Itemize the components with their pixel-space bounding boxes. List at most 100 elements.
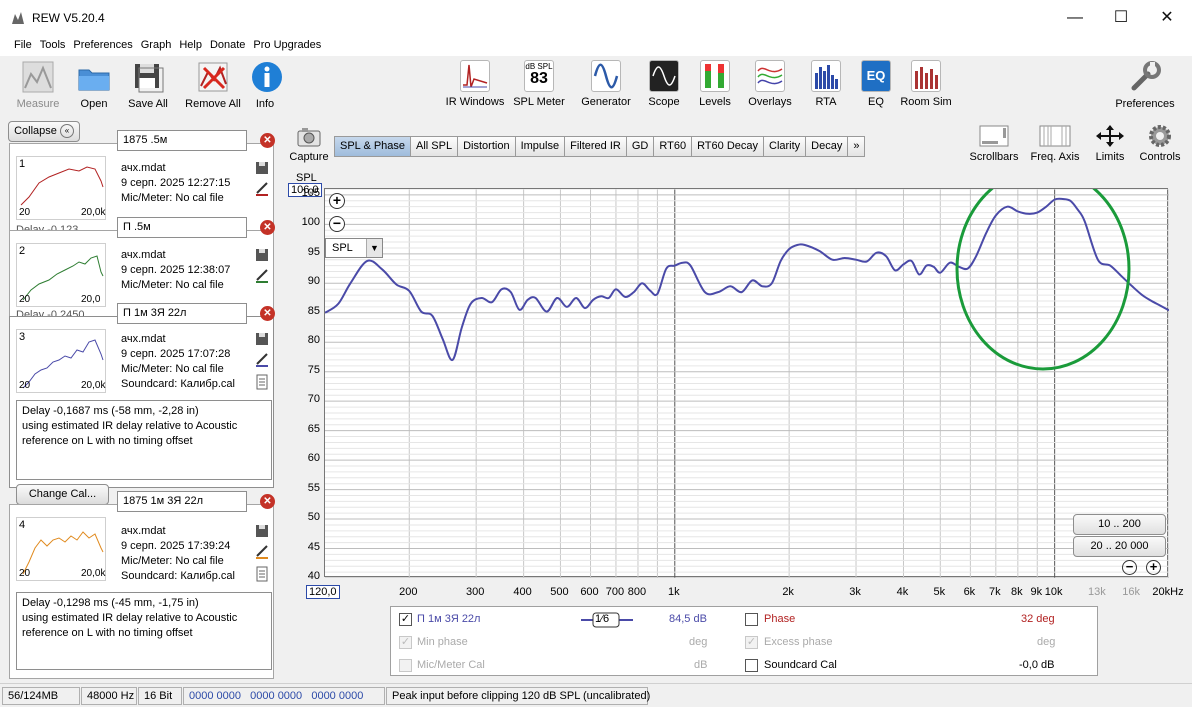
save-measurement-icon[interactable] — [254, 523, 270, 539]
overlays-button[interactable]: Overlays — [746, 60, 794, 108]
measurement-name-input[interactable]: 1875 .5м — [117, 130, 247, 151]
document-icon[interactable] — [254, 566, 270, 582]
measurement-name-input[interactable]: П .5м — [117, 217, 247, 238]
x-left-value-field[interactable]: 120,0 — [306, 585, 340, 599]
y-tick-label: 45 — [307, 540, 320, 553]
tab-spl-phase[interactable]: SPL & Phase — [334, 136, 412, 157]
phase-checkbox[interactable] — [745, 613, 758, 626]
spl-meter-button[interactable]: dB SPL 83 SPL Meter — [512, 60, 566, 108]
tab-decay[interactable]: Decay — [806, 136, 849, 157]
zoom-in-icon[interactable]: + — [329, 193, 345, 209]
unit-select[interactable]: SPL ▼ — [325, 238, 383, 258]
collapse-button[interactable]: Collapse « — [8, 121, 80, 142]
remove-all-icon — [196, 60, 230, 94]
room-sim-button[interactable]: Room Sim — [900, 60, 952, 108]
ir-windows-button[interactable]: IR Windows — [444, 60, 506, 108]
freq-axis-icon — [1039, 125, 1071, 147]
trace-color-icon[interactable] — [254, 180, 270, 196]
save-measurement-icon[interactable] — [254, 160, 270, 176]
min-phase-checkbox[interactable]: ✓ — [399, 636, 412, 649]
tab-distortion[interactable]: Distortion — [458, 136, 516, 157]
x-tick-label: 200 — [399, 586, 418, 598]
trace-checkbox[interactable]: ✓ — [399, 613, 412, 626]
tab-all-spl[interactable]: All SPL — [411, 136, 459, 157]
save-measurement-icon[interactable] — [254, 331, 270, 347]
capture-button[interactable]: Capture — [288, 126, 330, 163]
measure-button[interactable]: Measure — [16, 60, 60, 110]
menu-pro-upgrades[interactable]: Pro Upgrades — [249, 36, 324, 51]
graph-tabs: SPL & Phase All SPL Distortion Impulse F… — [334, 136, 866, 157]
levels-button[interactable]: Levels — [696, 60, 734, 108]
close-button[interactable]: ✕ — [1144, 0, 1190, 36]
menu-donate[interactable]: Donate — [206, 36, 248, 51]
measurements-panel: Collapse « 1 20 20,0k 1875 .5м ✕ ачх.mda… — [0, 118, 285, 683]
measurement-name-input[interactable]: П 1м 3Я 22л — [117, 303, 247, 324]
measurement-name-input[interactable]: 1875 1м 3Я 22л — [117, 491, 247, 512]
eq-button[interactable]: EQ EQ — [860, 60, 892, 108]
scope-button[interactable]: Scope — [645, 60, 683, 108]
limits-button[interactable]: Limits — [1090, 124, 1130, 163]
zoom-out-icon[interactable]: − — [329, 216, 345, 232]
tab-impulse[interactable]: Impulse — [515, 136, 566, 157]
delete-measurement-icon[interactable]: ✕ — [260, 494, 275, 509]
y-tick-label: 105 — [301, 186, 320, 199]
freq-axis-button[interactable]: Freq. Axis — [1028, 124, 1082, 163]
tab-rt60-decay[interactable]: RT60 Decay — [692, 136, 764, 157]
trace-color-icon[interactable] — [254, 267, 270, 283]
document-icon[interactable] — [254, 374, 270, 390]
tabs-more-button[interactable]: » — [848, 136, 866, 157]
remove-all-button[interactable]: Remove All — [183, 60, 243, 110]
measurement-thumbnail: 3 20 20,0k — [16, 329, 106, 393]
menu-file[interactable]: File — [14, 36, 35, 51]
y-tick-label: 100 — [301, 216, 320, 229]
menu-tools[interactable]: Tools — [36, 36, 69, 51]
maximize-button[interactable]: ☐ — [1098, 0, 1144, 36]
save-all-button[interactable]: Save All — [124, 60, 172, 110]
tab-rt60[interactable]: RT60 — [654, 136, 693, 157]
rta-button[interactable]: RTA — [810, 60, 842, 108]
menu-preferences[interactable]: Preferences — [69, 36, 135, 51]
x-tick-label: 10k — [1044, 586, 1063, 598]
preferences-button[interactable]: Preferences — [1112, 60, 1178, 110]
measure-icon — [21, 60, 55, 94]
plot-area[interactable]: + − SPL ▼ 10 .. 200 20 .. 20 000 − + — [324, 167, 1170, 579]
info-button[interactable]: Info — [250, 60, 282, 110]
trace-color-icon[interactable] — [254, 351, 270, 367]
menu-help[interactable]: Help — [175, 36, 205, 51]
scrollbars-button[interactable]: Scrollbars — [966, 124, 1022, 163]
delete-measurement-icon[interactable]: ✕ — [260, 220, 275, 235]
zoom-in-x-icon[interactable]: + — [1146, 560, 1161, 575]
main-toolbar: Measure Open Save All Remove All Info IR… — [0, 56, 1192, 118]
y-tick-label: 40 — [307, 570, 320, 582]
save-measurement-icon[interactable] — [254, 247, 270, 263]
levels-icon — [700, 60, 730, 92]
range-10-200-button[interactable]: 10 .. 200 — [1073, 514, 1166, 535]
x-tick-label: 20kHz — [1152, 586, 1184, 598]
delete-measurement-icon[interactable]: ✕ — [260, 133, 275, 148]
generator-button[interactable]: Generator — [578, 60, 634, 108]
zoom-out-x-icon[interactable]: − — [1122, 560, 1137, 575]
collapse-chevrons-icon: « — [59, 124, 74, 139]
scrollbars-icon — [979, 125, 1009, 147]
spl-meter-icon: dB SPL 83 — [524, 60, 554, 92]
controls-button[interactable]: Controls — [1136, 124, 1184, 163]
eq-icon: EQ — [861, 60, 891, 92]
change-cal-button[interactable]: Change Cal... — [16, 484, 109, 505]
tab-gd[interactable]: GD — [626, 136, 655, 157]
excess-phase-checkbox[interactable]: ✓ — [745, 636, 758, 649]
measurement-thumbnail: 4 20 20,0k — [16, 517, 106, 581]
minimize-button[interactable]: — — [1052, 0, 1098, 36]
sine-wave-icon — [591, 60, 621, 92]
x-tick-label: 800 — [627, 586, 647, 598]
tab-clarity[interactable]: Clarity — [764, 136, 807, 157]
trace-color-icon[interactable] — [254, 543, 270, 559]
mic-cal-checkbox[interactable] — [399, 659, 412, 672]
menu-graph[interactable]: Graph — [137, 36, 175, 51]
tab-filtered-ir[interactable]: Filtered IR — [565, 136, 627, 157]
range-20-20000-button[interactable]: 20 .. 20 000 — [1073, 536, 1166, 557]
delay-info-box: Delay -0,1298 ms (-45 mm, -1,75 in) usin… — [16, 592, 272, 670]
y-tick-label: 95 — [307, 245, 320, 258]
open-button[interactable]: Open — [76, 60, 112, 110]
soundcard-cal-checkbox[interactable] — [745, 659, 758, 672]
delete-measurement-icon[interactable]: ✕ — [260, 306, 275, 321]
